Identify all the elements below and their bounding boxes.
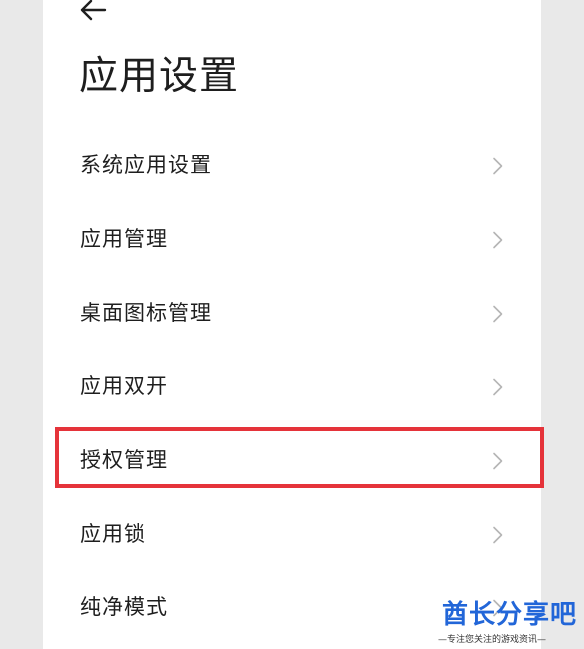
watermark-subtitle: —专注您关注的游戏资讯— xyxy=(438,635,547,645)
chevron-right-icon xyxy=(493,526,503,544)
chevron-right-icon xyxy=(493,378,503,396)
settings-screen: 应用设置 系统应用设置 应用管理 桌面图标管理 应用双开 授权管理 应用锁 纯净… xyxy=(43,0,541,649)
menu-item-app-lock[interactable]: 应用锁 xyxy=(43,497,541,571)
menu-item-label: 应用锁 xyxy=(80,522,146,546)
watermark-title: 酋长分享吧 xyxy=(442,600,578,630)
chevron-right-icon xyxy=(493,231,503,249)
menu-item-label: 桌面图标管理 xyxy=(80,301,212,325)
right-margin xyxy=(541,0,584,649)
menu-item-label: 系统应用设置 xyxy=(80,153,212,177)
left-margin xyxy=(0,0,43,649)
back-button[interactable] xyxy=(79,0,113,22)
menu-item-label: 应用双开 xyxy=(80,374,168,398)
page-title: 应用设置 xyxy=(79,54,240,99)
menu-item-label: 纯净模式 xyxy=(80,595,168,619)
menu-item-permission-management[interactable]: 授权管理 xyxy=(43,423,541,497)
menu-item-label: 授权管理 xyxy=(80,448,168,472)
menu-item-label: 应用管理 xyxy=(80,227,168,251)
menu-item-app-management[interactable]: 应用管理 xyxy=(43,202,541,276)
arrow-left-icon xyxy=(80,0,107,21)
menu-item-desktop-icon-management[interactable]: 桌面图标管理 xyxy=(43,276,541,350)
watermark: 酋长分享吧 —专注您关注的游戏资讯— xyxy=(438,598,584,649)
chevron-right-icon xyxy=(493,452,503,470)
menu-item-dual-apps[interactable]: 应用双开 xyxy=(43,349,541,423)
chevron-right-icon xyxy=(493,157,503,175)
chevron-right-icon xyxy=(493,305,503,323)
menu-item-system-app-settings[interactable]: 系统应用设置 xyxy=(43,128,541,202)
